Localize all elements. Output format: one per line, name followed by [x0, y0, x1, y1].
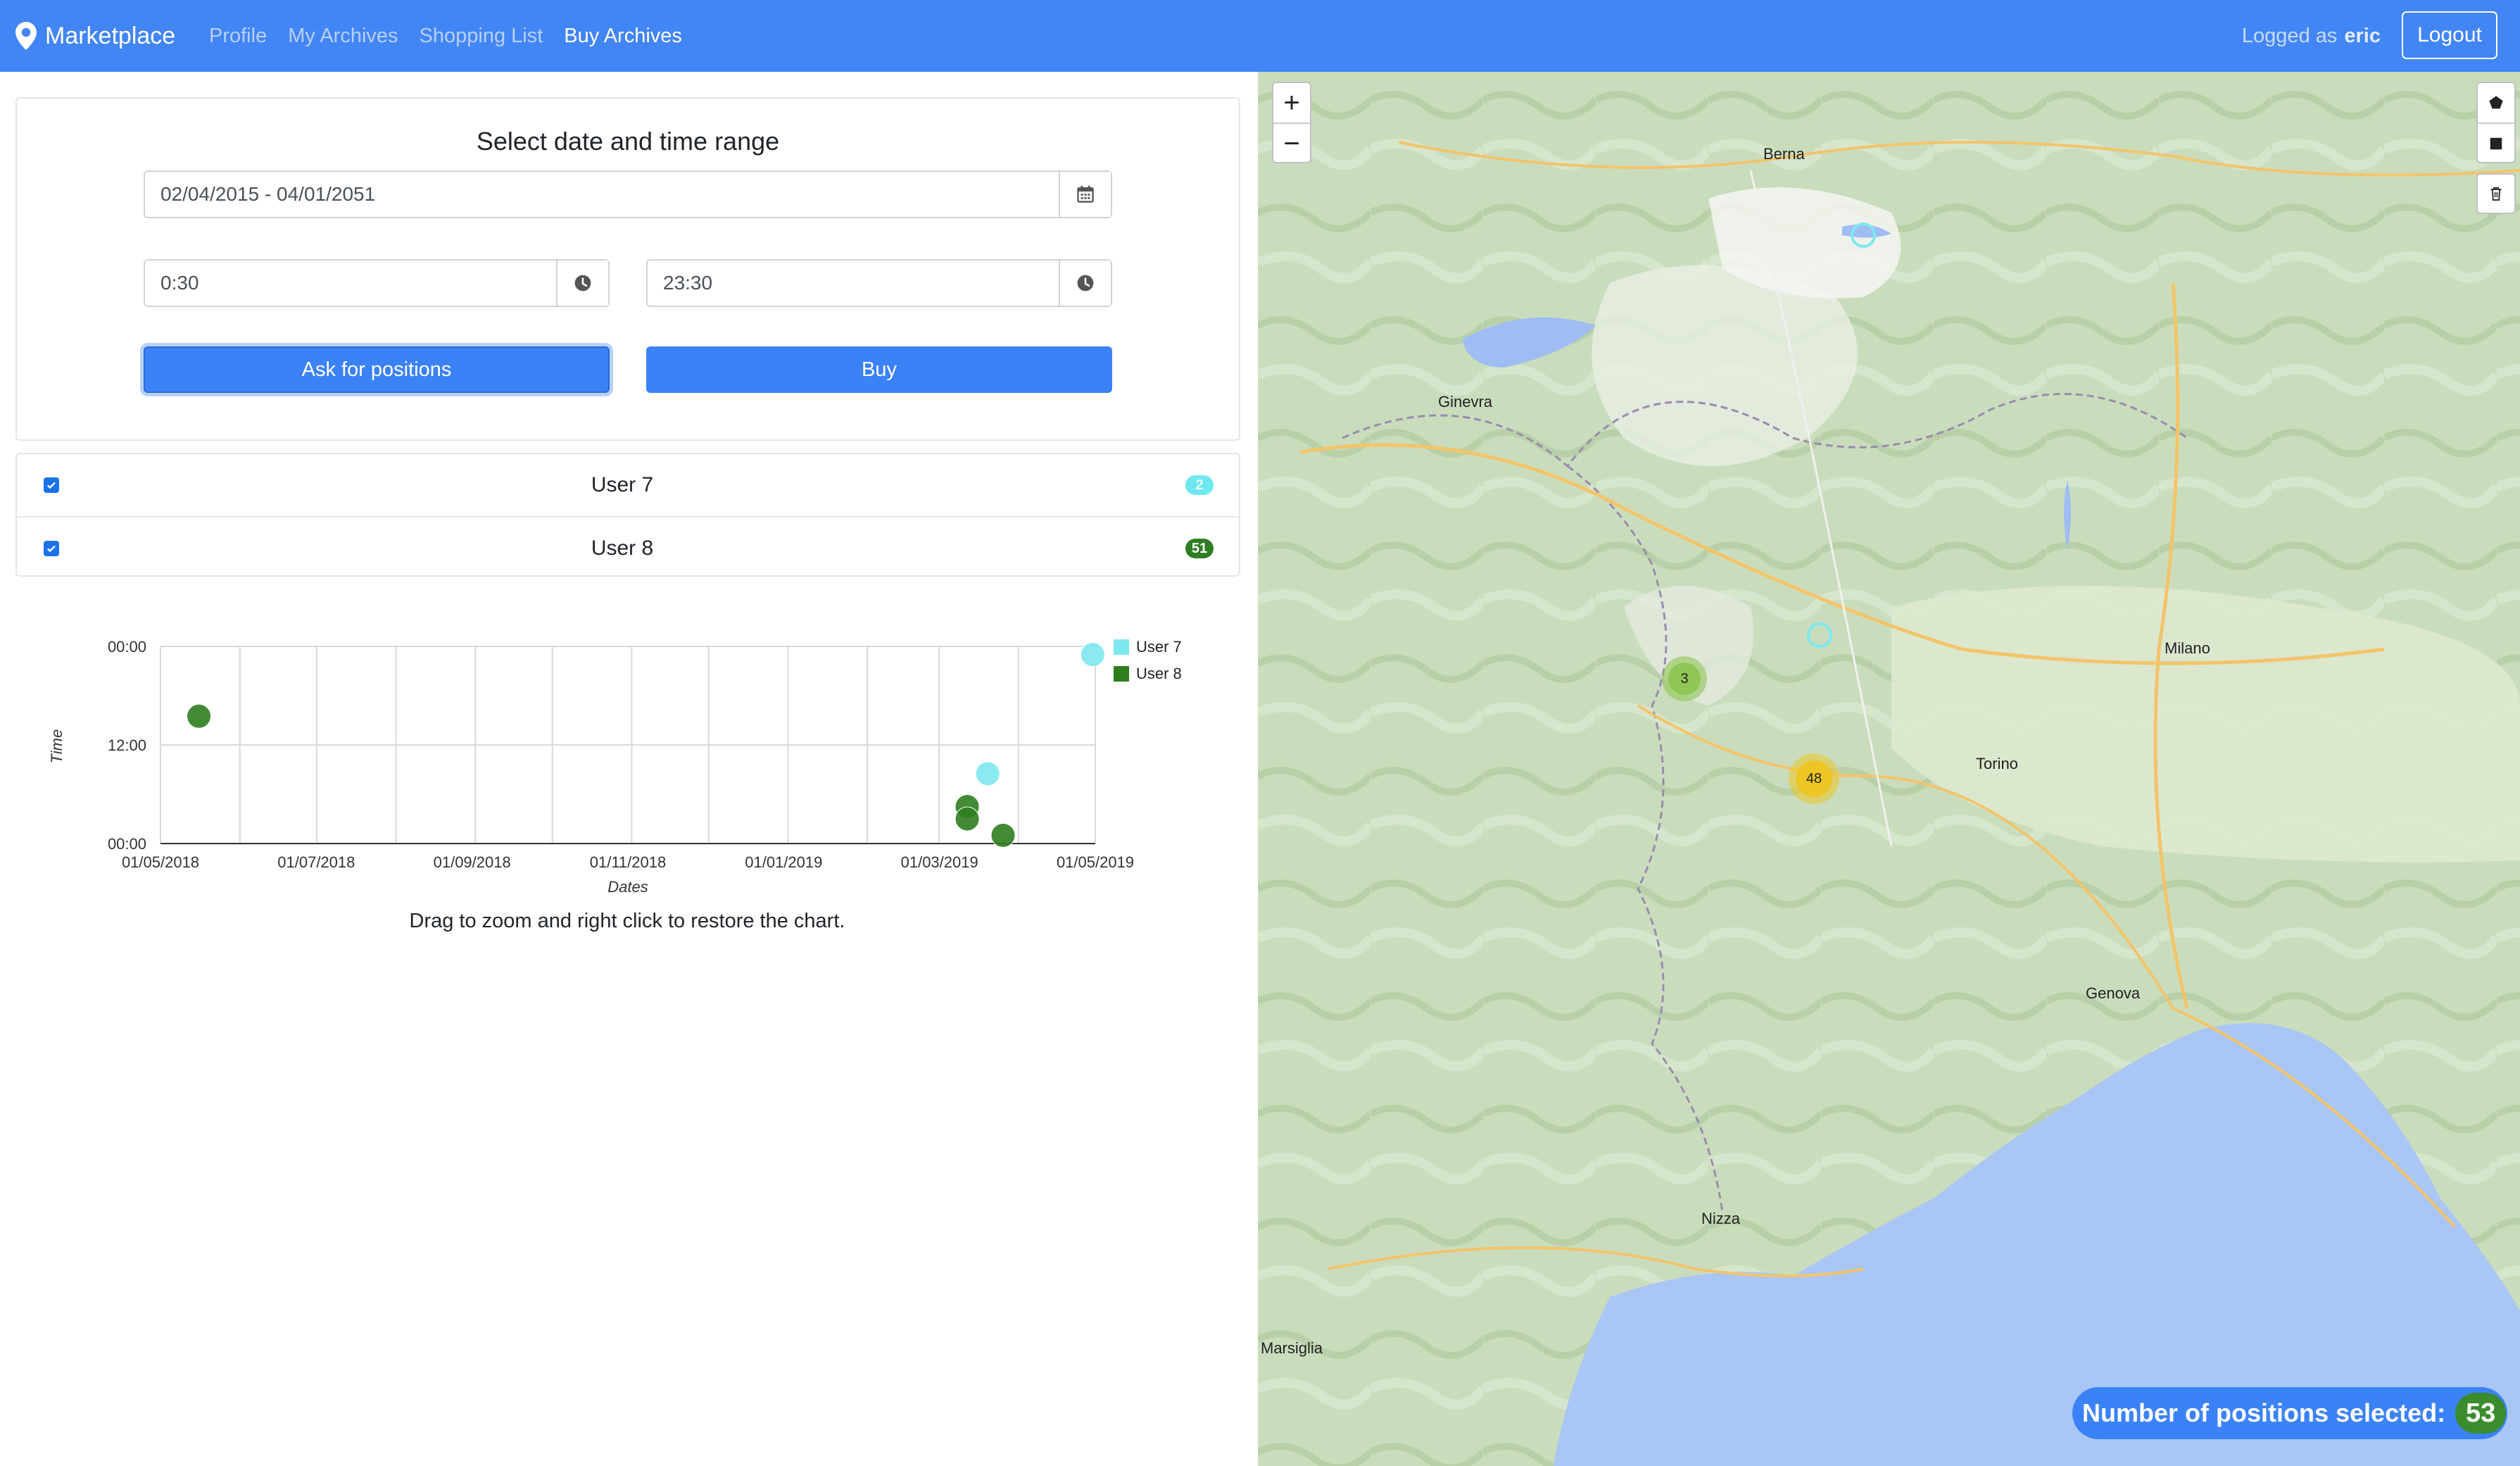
map-label: Torino [1976, 755, 2018, 772]
y-tick-label: 00:00 [108, 638, 146, 656]
ask-positions-button[interactable]: Ask for positions [144, 346, 610, 393]
positions-selected-label: Number of positions selected: [2082, 1398, 2446, 1427]
data-point[interactable] [975, 761, 1000, 787]
date-range-input[interactable]: 02/04/2015 - 04/01/2051 [145, 172, 1059, 217]
nav-link-profile[interactable]: Profile [209, 25, 267, 48]
calendar-icon [1077, 185, 1094, 203]
time-from-input[interactable]: 0:30 [145, 261, 556, 306]
x-tick-label: 01/07/2018 [277, 853, 355, 871]
x-axis-label: Dates [607, 878, 648, 896]
draw-toolbar [2476, 82, 2516, 163]
list-item[interactable]: User 8 51 [17, 516, 1239, 579]
time-to-clock-button[interactable] [1059, 261, 1111, 306]
cluster-count: 3 [1668, 663, 1701, 695]
user-count-badge: 51 [1185, 539, 1214, 558]
x-tick-label: 01/03/2019 [901, 853, 978, 871]
y-tick-label: 00:00 [108, 835, 146, 853]
time-from-clock-button[interactable] [556, 261, 608, 306]
logout-button[interactable]: Logout [2402, 11, 2497, 59]
filter-card: Select date and time range 02/04/2015 - … [15, 97, 1240, 441]
logged-prefix: Logged as [2241, 24, 2338, 47]
map-label: Ginevra [1438, 393, 1493, 411]
zoom-control: + − [1272, 82, 1311, 163]
user-list: User 7 2 User 8 51 [15, 453, 1240, 577]
clock-icon [574, 275, 591, 292]
positions-scatter-chart[interactable]: 00:00 12:00 00:00 01/05/2018 01/07/2018 01/0… [42, 620, 1197, 929]
navbar: Marketplace Profile My Archives Shopping… [0, 0, 2520, 72]
x-tick-label: 01/01/2019 [745, 853, 822, 871]
positions-selected-indicator: Number of positions selected: 53 [2072, 1387, 2507, 1439]
logged-user: Logged as eric [2242, 0, 2381, 72]
nav-link-buy-archives[interactable]: Buy Archives [564, 25, 682, 48]
time-to-input[interactable]: 23:30 [648, 261, 1059, 306]
map-label: Genova [2086, 984, 2141, 1002]
legend-label[interactable]: User 8 [1136, 665, 1182, 682]
trash-icon [2490, 187, 2502, 201]
user-count-badge: 2 [1185, 475, 1214, 495]
zoom-out-button[interactable]: − [1273, 123, 1310, 163]
cluster-marker[interactable]: 48 [1789, 753, 1839, 804]
data-point[interactable] [187, 703, 212, 729]
x-tick-label: 01/05/2019 [1057, 853, 1134, 871]
rectangle-icon [2490, 137, 2502, 150]
time-to-field[interactable]: 23:30 [646, 259, 1112, 307]
x-tick-label: 01/09/2018 [434, 853, 511, 871]
nav-link-my-archives[interactable]: My Archives [288, 25, 398, 48]
data-point[interactable] [1080, 642, 1105, 668]
username: eric [2344, 24, 2381, 47]
user-name: User 8 [591, 537, 654, 560]
zoom-in-button[interactable]: + [1273, 83, 1310, 123]
map-label: Milano [2165, 639, 2210, 657]
data-point[interactable] [990, 822, 1016, 848]
legend-swatch [1114, 639, 1129, 655]
cluster-marker[interactable]: 3 [1662, 656, 1707, 701]
draw-rectangle-button[interactable] [2478, 123, 2514, 163]
map-pin-icon [15, 22, 37, 50]
map-label: Nizza [1701, 1210, 1741, 1227]
x-tick-label: 01/05/2018 [122, 853, 199, 871]
x-tick-label: 01/11/2018 [590, 853, 666, 871]
delete-shapes-button[interactable] [2476, 173, 2516, 214]
brand-label: Marketplace [45, 22, 176, 49]
legend-swatch [1114, 666, 1129, 682]
filter-title: Select date and time range [476, 127, 780, 156]
calendar-button[interactable] [1059, 172, 1111, 217]
list-item[interactable]: User 7 2 [17, 454, 1239, 516]
map-label: Berna [1763, 145, 1805, 163]
positions-selected-count: 53 [2455, 1393, 2507, 1434]
map[interactable]: Berna Ginevra Milano Genova Nizza Marsig… [1258, 72, 2520, 1466]
date-range-field[interactable]: 02/04/2015 - 04/01/2051 [144, 170, 1112, 218]
polygon-icon [2489, 96, 2503, 109]
buy-button[interactable]: Buy [646, 346, 1112, 393]
map-tiles[interactable] [1258, 72, 2520, 1466]
cluster-count: 48 [1796, 760, 1832, 797]
legend-label[interactable]: User 7 [1136, 638, 1182, 656]
nav-link-shopping-list[interactable]: Shopping List [420, 25, 543, 48]
user-name: User 7 [591, 473, 654, 496]
data-point[interactable] [955, 806, 980, 832]
nav-links: Profile My Archives Shopping List Buy Ar… [209, 0, 682, 72]
y-tick-label: 12:00 [108, 737, 146, 754]
map-label: Marsiglia [1261, 1339, 1323, 1357]
clock-icon [1077, 275, 1094, 292]
y-axis-label: Time [48, 729, 65, 764]
brand[interactable]: Marketplace [15, 0, 175, 72]
time-from-field[interactable]: 0:30 [144, 259, 610, 307]
chart-note: Drag to zoom and right click to restore … [409, 910, 845, 932]
draw-polygon-button[interactable] [2478, 83, 2514, 123]
